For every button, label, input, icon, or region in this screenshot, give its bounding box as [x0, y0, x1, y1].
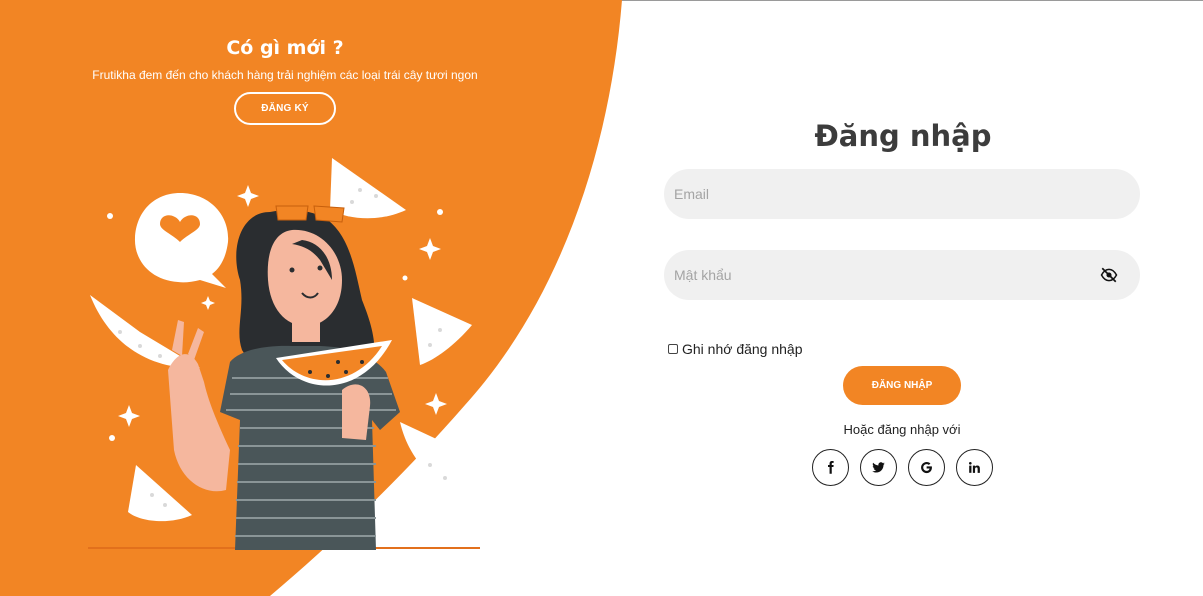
google-button[interactable] — [908, 449, 945, 486]
facebook-button[interactable] — [812, 449, 849, 486]
login-panel: Đăng nhập Ghi nhớ đăng nhập ĐĂNG NHẬP Ho… — [662, 112, 1142, 486]
facebook-icon — [828, 460, 834, 474]
promo-section: Có gì mới ? Frutikha đem đến cho khách h… — [80, 36, 490, 125]
login-button[interactable]: ĐĂNG NHẬP — [843, 366, 961, 405]
remember-me[interactable]: Ghi nhớ đăng nhập — [668, 341, 803, 357]
remember-checkbox[interactable] — [668, 344, 678, 354]
eye-off-icon[interactable] — [1100, 266, 1118, 284]
social-login-row — [812, 449, 993, 486]
linkedin-button[interactable] — [956, 449, 993, 486]
remember-label: Ghi nhớ đăng nhập — [682, 341, 803, 357]
twitter-icon — [872, 462, 885, 473]
woman-eating-watermelon-illustration — [88, 158, 480, 550]
linkedin-icon — [969, 461, 980, 473]
email-input[interactable] — [664, 169, 1140, 219]
email-field-container — [664, 169, 1140, 219]
google-icon — [921, 461, 932, 474]
password-input[interactable] — [664, 250, 1140, 300]
alt-login-text: Hoặc đăng nhập với — [843, 422, 961, 437]
login-title: Đăng nhập — [814, 119, 992, 153]
promo-title: Có gì mới ? — [226, 37, 344, 59]
register-button[interactable]: ĐĂNG KÝ — [234, 92, 336, 125]
password-field-container — [664, 250, 1140, 300]
promo-text: Frutikha đem đến cho khách hàng trải ngh… — [92, 68, 478, 82]
twitter-button[interactable] — [860, 449, 897, 486]
